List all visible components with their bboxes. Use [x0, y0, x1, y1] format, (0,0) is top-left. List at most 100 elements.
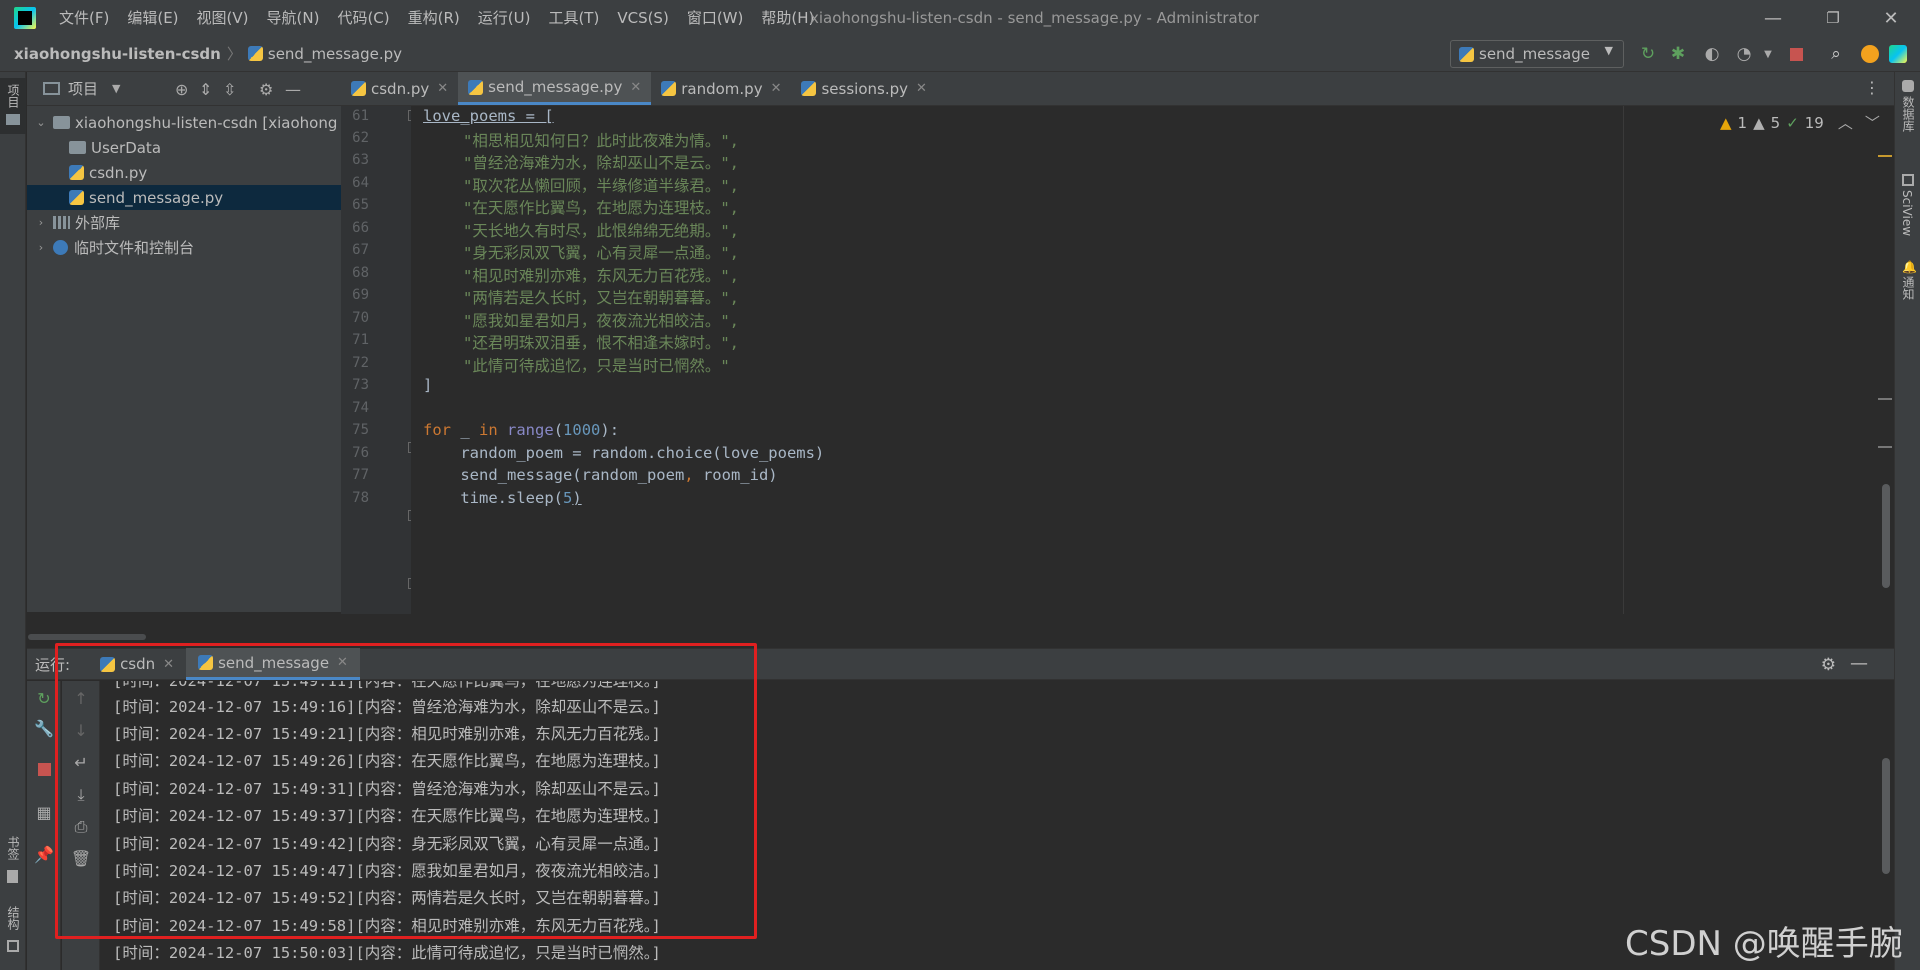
collapsed-arrow-icon[interactable]: ›	[33, 241, 49, 254]
expanded-arrow-icon[interactable]: ⌄	[33, 116, 49, 129]
profile-icon[interactable]: ◔	[1734, 44, 1754, 64]
run-console-output[interactable]: [时间：2024-12-07 15:49:11][内容：在天愿作比翼鸟，在地愿为…	[101, 681, 1881, 970]
csdn-watermark: CSDN @唤醒手腕	[1625, 924, 1903, 964]
structure-tool-tab[interactable]: 结构	[0, 904, 26, 960]
bookmarks-tool-tab[interactable]: 书签	[0, 834, 26, 890]
code-line: ]	[423, 376, 433, 394]
error-stripe-mark[interactable]	[1878, 155, 1892, 157]
trash-icon[interactable]: 🗑	[70, 849, 92, 868]
tree-item-send-message-py[interactable]: send_message.py	[27, 185, 341, 210]
title-bar: 文件(F) 编辑(E) 视图(V) 导航(N) 代码(C) 重构(R) 运行(U…	[0, 0, 1920, 36]
close-tab-icon[interactable]: ✕	[163, 657, 174, 672]
code-token: room_id)	[702, 466, 778, 484]
tab-sessions-py[interactable]: sessions.py ✕	[791, 72, 936, 105]
rerun-icon[interactable]: ↻	[1638, 44, 1658, 64]
menu-run[interactable]: 运行(U)	[469, 0, 540, 36]
soft-wrap-icon[interactable]: ↵	[70, 753, 92, 772]
stop-icon[interactable]	[33, 761, 55, 780]
gear-icon[interactable]: ⚙	[259, 80, 273, 99]
sciview-icon	[1902, 174, 1914, 186]
menu-tools[interactable]: 工具(T)	[539, 0, 608, 36]
editor-horizontal-scrollbar[interactable]	[28, 634, 146, 640]
editor-scrollbar[interactable]	[1882, 484, 1890, 588]
inspection-widget[interactable]: ▲ 1 ▲ 5 ✓ 19 ︿ ﹀	[1720, 112, 1880, 133]
run-tab-label: send_message	[218, 653, 330, 672]
project-panel-title[interactable]: 项目	[68, 78, 98, 99]
update-icon[interactable]	[1860, 44, 1880, 64]
console-scrollbar[interactable]	[1882, 758, 1890, 874]
locate-icon[interactable]: ⊕	[175, 80, 188, 99]
tree-item-project-root[interactable]: ⌄ xiaohongshu-listen-csdn [xiaohong	[27, 110, 341, 135]
pin-icon[interactable]: 📌	[33, 845, 55, 864]
restore-button[interactable]: ❐	[1810, 0, 1856, 36]
menu-vcs[interactable]: VCS(S)	[608, 0, 677, 36]
gear-icon[interactable]: ⚙	[1821, 655, 1836, 675]
tree-item-label: send_message.py	[89, 188, 224, 207]
pycharm-logo-icon	[14, 7, 36, 29]
line-number: 72	[352, 355, 369, 371]
tab-csdn-py[interactable]: csdn.py ✕	[341, 72, 458, 105]
arrow-up-icon[interactable]: ↑	[70, 689, 92, 708]
close-tab-icon[interactable]: ✕	[630, 80, 641, 95]
database-tool-tab[interactable]: 数据库	[1895, 78, 1920, 158]
minimize-button[interactable]: —	[1750, 0, 1796, 36]
menu-edit[interactable]: 编辑(E)	[118, 0, 187, 36]
collapse-all-icon[interactable]: ⇳	[223, 80, 236, 99]
python-file-icon	[351, 81, 366, 96]
menu-view[interactable]: 视图(V)	[188, 0, 258, 36]
notifications-tool-tab[interactable]: 🔔 通知	[1895, 258, 1920, 338]
hide-panel-icon[interactable]: —	[285, 80, 301, 99]
close-tab-icon[interactable]: ✕	[771, 81, 782, 96]
tree-item-userdata[interactable]: UserData	[27, 135, 341, 160]
run-configuration-select[interactable]: send_message ▼	[1450, 40, 1624, 68]
debug-icon[interactable]: ✱	[1668, 44, 1688, 64]
run-tab-csdn[interactable]: csdn ✕	[88, 648, 186, 680]
breadcrumb-file[interactable]: send_message.py	[247, 45, 402, 63]
code-editor[interactable]: love_poems = [ "相思相见知何日？此时此夜难为情。", "曾经沧海…	[411, 106, 1623, 614]
arrow-down-icon[interactable]: ↓	[70, 721, 92, 740]
chevron-down-icon[interactable]: ▼	[112, 82, 120, 95]
scroll-to-end-icon[interactable]: ⤓	[70, 785, 92, 805]
tree-item-scratches[interactable]: › 临时文件和控制台	[27, 235, 341, 260]
menu-window[interactable]: 窗口(W)	[678, 0, 753, 36]
print-icon[interactable]: ⎙	[70, 817, 92, 837]
menu-navigate[interactable]: 导航(N)	[258, 0, 329, 36]
expand-all-icon[interactable]: ⇕	[199, 80, 212, 99]
breadcrumb-project[interactable]: xiaohongshu-listen-csdn	[14, 45, 221, 63]
collapsed-arrow-icon[interactable]: ›	[33, 216, 49, 229]
hide-panel-icon[interactable]: —	[1850, 653, 1868, 674]
error-stripe-mark[interactable]	[1878, 398, 1892, 400]
bookmarks-tool-label: 书签	[6, 836, 20, 860]
menu-refactor[interactable]: 重构(R)	[399, 0, 469, 36]
wrench-icon[interactable]: 🔧	[33, 719, 55, 738]
project-tool-tab[interactable]: 项目	[0, 78, 26, 134]
search-icon[interactable]: ⌕	[1826, 44, 1846, 64]
previous-highlight-icon[interactable]: ︿	[1838, 112, 1853, 133]
menu-code[interactable]: 代码(C)	[328, 0, 398, 36]
stop-icon[interactable]	[1786, 44, 1806, 64]
tree-item-csdn-py[interactable]: csdn.py	[27, 160, 341, 185]
run-tab-send-message[interactable]: send_message ✕	[186, 648, 360, 680]
close-tab-icon[interactable]: ✕	[916, 81, 927, 96]
code-token: 1000	[563, 421, 601, 439]
menu-file[interactable]: 文件(F)	[50, 0, 118, 36]
next-highlight-icon[interactable]: ﹀	[1865, 112, 1880, 133]
run-tab-label: csdn	[120, 655, 156, 673]
coverage-icon[interactable]: ◐	[1702, 44, 1722, 64]
console-line: [时间：2024-12-07 15:49:58][内容：相见时难别亦难，东风无力…	[113, 917, 661, 935]
python-file-icon	[100, 656, 116, 672]
rerun-icon[interactable]: ↻	[33, 689, 55, 708]
more-run-options-icon[interactable]: ▼	[1758, 44, 1778, 64]
more-options-icon[interactable]: ⋮	[1864, 78, 1880, 97]
layout-icon[interactable]: ▦	[33, 803, 55, 822]
tab-random-py[interactable]: random.py ✕	[651, 72, 791, 105]
code-token: (	[553, 421, 564, 439]
close-tab-icon[interactable]: ✕	[437, 81, 448, 96]
tab-send-message-py[interactable]: send_message.py ✕	[458, 72, 652, 105]
library-icon	[53, 216, 70, 229]
close-button[interactable]: ✕	[1868, 0, 1914, 36]
tree-item-external-libraries[interactable]: › 外部库	[27, 210, 341, 235]
close-tab-icon[interactable]: ✕	[337, 655, 348, 670]
jetbrains-icon[interactable]	[1888, 44, 1908, 64]
error-stripe-mark[interactable]	[1878, 446, 1892, 448]
